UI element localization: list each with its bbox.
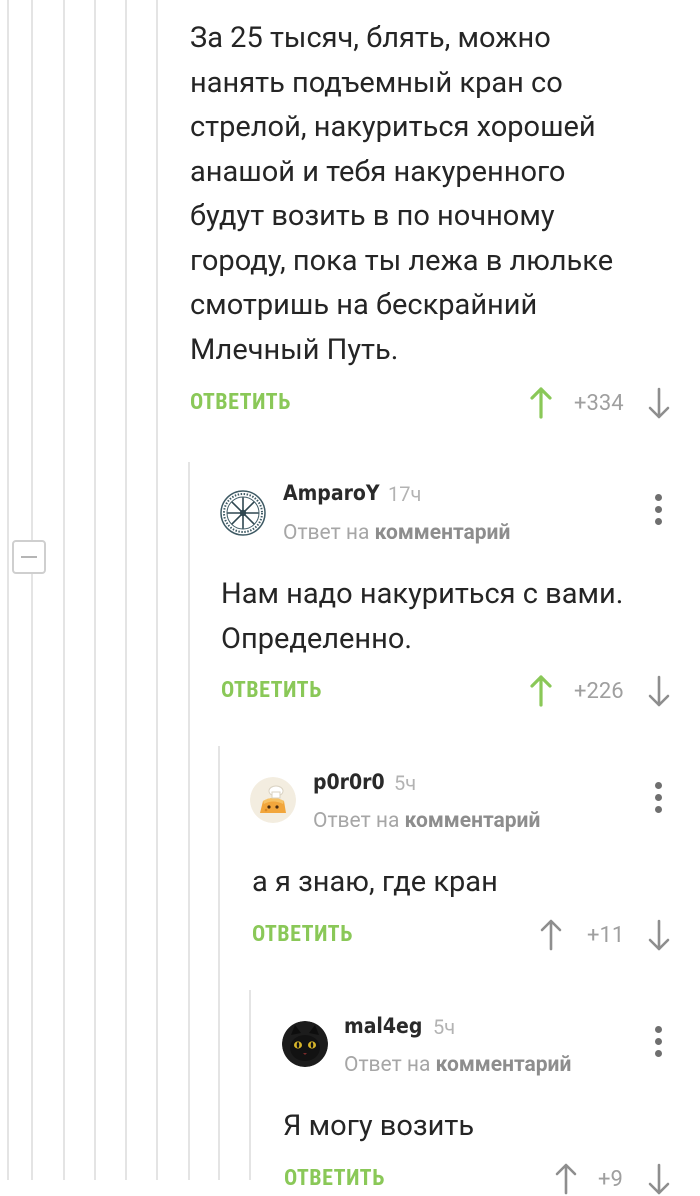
arrow-up-icon[interactable] [530, 674, 552, 708]
thread-line [125, 0, 127, 1180]
arrow-up-icon[interactable] [555, 1162, 577, 1196]
avatar[interactable] [250, 777, 296, 823]
comment-body-line: смотришь на бескрайний [190, 288, 538, 322]
author-name[interactable]: p0r0r0 [313, 770, 385, 794]
reply-to-link[interactable]: комментарий [375, 521, 511, 545]
reply-to-prefix: Ответ на [313, 809, 400, 833]
compass-rune-icon [220, 490, 266, 536]
thread-line [156, 0, 158, 1180]
avatar[interactable] [282, 1021, 328, 1067]
comment-body: За 25 тысяч, блять, можно нанять подъемн… [190, 16, 613, 372]
comment-time: 5ч [433, 1015, 456, 1039]
more-options-button[interactable] [652, 1024, 666, 1060]
more-options-button[interactable] [652, 492, 666, 528]
arrow-up-icon[interactable] [540, 918, 562, 952]
comment-time: 17ч [388, 482, 422, 506]
collapse-thread-button[interactable] [12, 540, 46, 574]
cheese-character-icon [250, 777, 296, 823]
arrow-down-icon[interactable] [648, 918, 670, 952]
author-name[interactable]: mal4eg [344, 1014, 422, 1038]
comment-body-line: нанять подъемный кран со [190, 65, 563, 100]
reply-to-link[interactable]: комментарий [436, 1053, 572, 1077]
comment-body-line: стрелой, накуриться хорошей [190, 110, 596, 144]
comment-body-line: Определенно. [221, 621, 413, 656]
vote-score: +11 [587, 923, 625, 948]
thread-line [63, 0, 65, 1180]
comment-body-line: анашой и тебя накуренного [190, 154, 566, 189]
avatar[interactable] [220, 490, 266, 536]
comment-body-line: Млечный Путь. [190, 332, 399, 367]
comment-body-line: будут возить в по ночному [190, 199, 555, 233]
comment-body: а я знаю, где кран [252, 860, 498, 905]
vote-score: +226 [574, 679, 624, 704]
reply-button[interactable]: ОТВЕТИТЬ [190, 390, 291, 415]
more-options-button[interactable] [652, 780, 666, 816]
reply-to-line: Ответ на комментарий [344, 1053, 571, 1077]
comment-body: Я могу возить [283, 1104, 474, 1149]
thread-line [31, 0, 33, 1180]
comment-body-line: За 25 тысяч, блять, можно [190, 21, 551, 55]
reply-button[interactable]: ОТВЕТИТЬ [284, 1166, 385, 1191]
comment-body-line: а я знаю, где кран [252, 865, 498, 899]
comment-body: Нам надо накуриться с вами. Определенно. [221, 572, 623, 661]
thread-line [7, 0, 9, 1180]
reply-to-line: Ответ на комментарий [313, 809, 540, 833]
comment-body-line: Нам надо накуриться с вами. [221, 577, 624, 611]
reply-to-prefix: Ответ на [283, 521, 370, 545]
comment-body-line: городу, пока ты лежа в люльке [190, 243, 614, 278]
vote-score: +334 [574, 391, 624, 416]
reply-button[interactable]: ОТВЕТИТЬ [221, 678, 322, 703]
thread-line [94, 0, 96, 1180]
arrow-down-icon[interactable] [648, 386, 670, 420]
reply-to-line: Ответ на комментарий [283, 521, 510, 545]
black-cat-icon [282, 1021, 328, 1067]
author-name[interactable]: AmparoY [283, 481, 380, 505]
reply-to-link[interactable]: комментарий [405, 809, 541, 833]
arrow-down-icon[interactable] [648, 1162, 670, 1196]
thread-line [188, 462, 190, 1180]
comment-body-line: Я могу возить [283, 1109, 475, 1143]
arrow-down-icon[interactable] [648, 674, 670, 708]
thread-line [218, 746, 220, 1180]
arrow-up-icon[interactable] [530, 386, 552, 420]
reply-to-prefix: Ответ на [344, 1053, 431, 1077]
reply-button[interactable]: ОТВЕТИТЬ [252, 922, 353, 947]
thread-line [249, 990, 251, 1180]
comment-time: 5ч [394, 771, 417, 795]
